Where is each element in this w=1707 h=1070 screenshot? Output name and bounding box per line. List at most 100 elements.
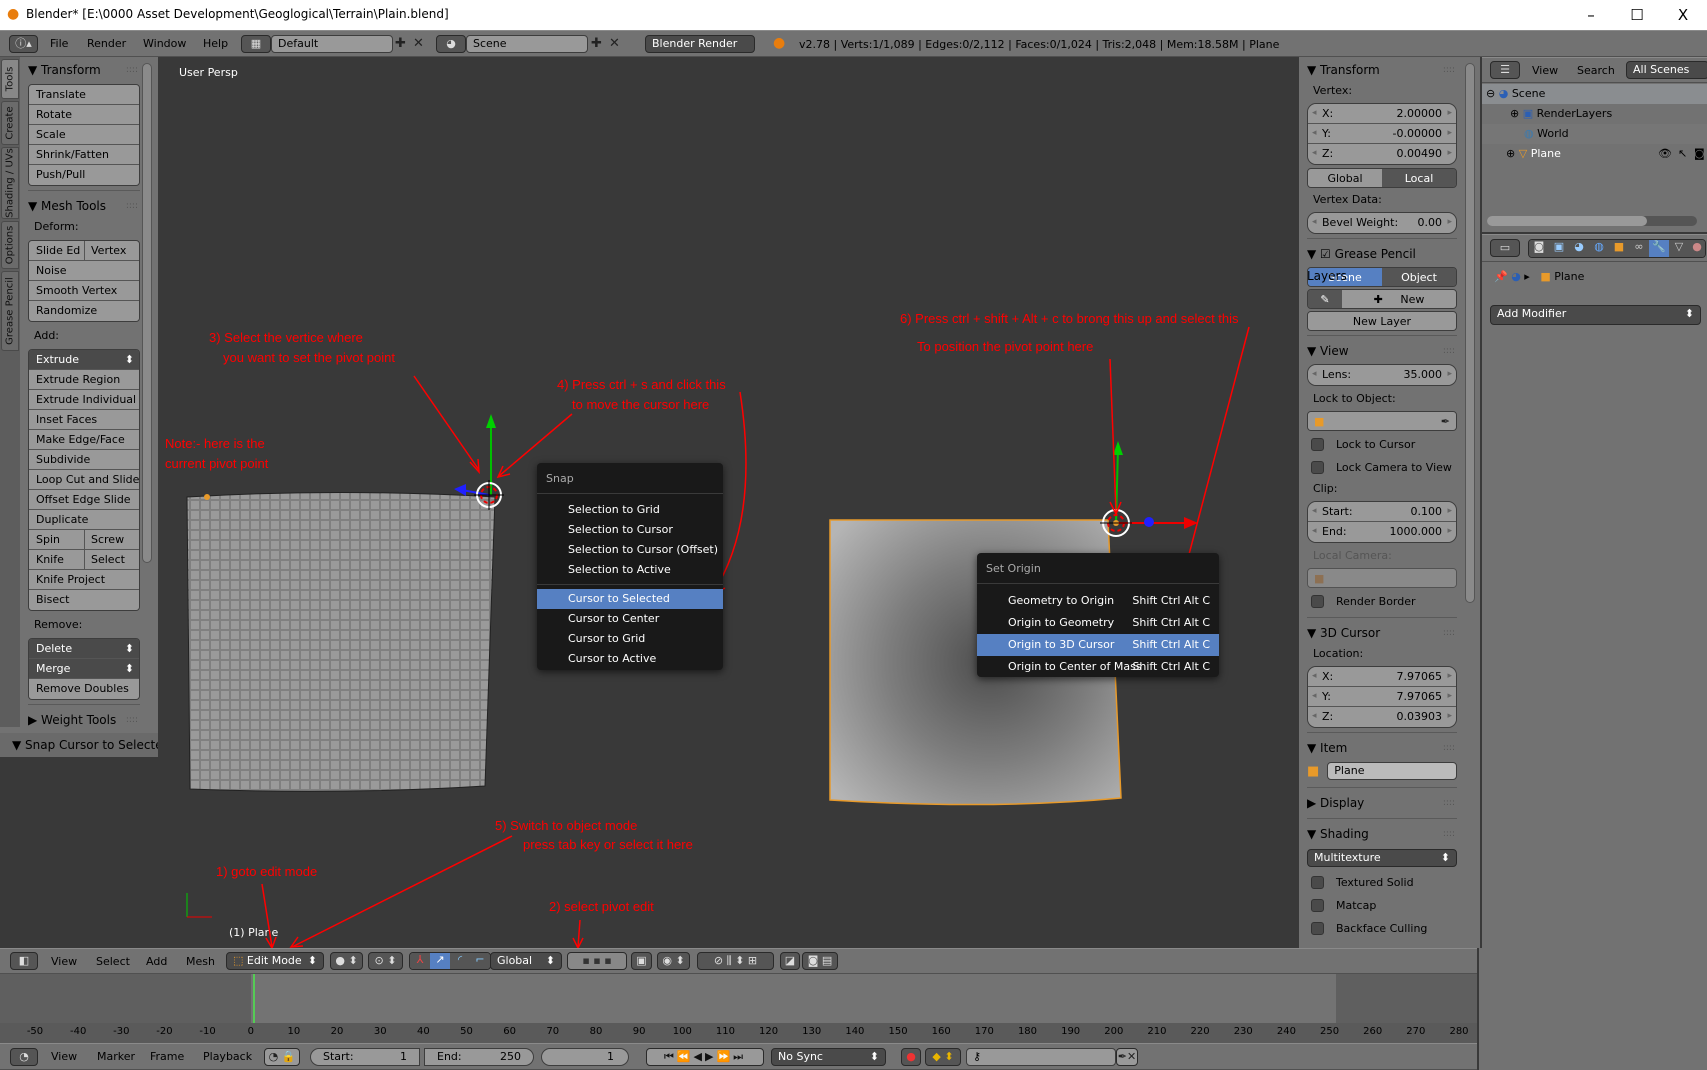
vertex-z-field[interactable]: Z:0.00490 xyxy=(1308,144,1456,164)
end-frame-field[interactable]: End: 250 xyxy=(424,1048,534,1066)
scale-manipulator-icon[interactable]: ⌐ xyxy=(470,953,490,969)
current-frame-line[interactable] xyxy=(253,974,255,1023)
outliner-menu-view[interactable]: View xyxy=(1532,64,1558,77)
preview-range-lock-icons[interactable]: ◔ 🔒 xyxy=(264,1048,300,1066)
outliner-filter-dropdown[interactable]: All Scenes xyxy=(1626,61,1707,79)
cursor-z-field[interactable]: Z:0.03903 xyxy=(1308,707,1456,727)
occlude-geometry-icon[interactable]: ▣ xyxy=(631,952,652,970)
menu-select[interactable]: Select xyxy=(96,955,130,968)
panel-header-shading[interactable]: ▼ Shading:::: xyxy=(1307,823,1457,845)
cursor-y-field[interactable]: Y:7.97065 xyxy=(1308,687,1456,707)
new-layer-button[interactable]: New Layer xyxy=(1308,312,1456,330)
clip-start-field[interactable]: Start:0.100 xyxy=(1308,502,1456,522)
outliner-row-scene[interactable]: ⊖ ◕ Scene xyxy=(1482,84,1707,104)
snap-settings-icons[interactable]: ⊘ ⫼ ⬍ ⊞ xyxy=(697,952,774,970)
translate-manipulator-icon[interactable]: ↗ xyxy=(430,953,450,969)
timeline-ruler[interactable]: -50 -40 -30 -20 -10 0 10 20 30 40 50 60 70 80 90 100 110… xyxy=(0,1023,1477,1043)
vertex-y-field[interactable]: Y:-0.00000 xyxy=(1308,124,1456,144)
render-layers-tab-icon[interactable]: ▣ xyxy=(1549,240,1569,257)
cursor-x-field[interactable]: X:7.97065 xyxy=(1308,667,1456,687)
menu-view[interactable]: View xyxy=(51,955,77,968)
pivot-point-icon[interactable]: ⊙ ⬍ xyxy=(368,952,403,970)
panel-header-grease-pencil[interactable]: ▼ ☑ Grease Pencil Layers xyxy=(1307,243,1457,283)
properties-editor-icon[interactable]: ▭ xyxy=(1490,239,1520,257)
menu-item-selection-to-grid[interactable]: Selection to Grid xyxy=(537,500,723,520)
rotate-manipulator-icon[interactable]: ◜ xyxy=(450,953,470,969)
menu-item-cursor-to-grid[interactable]: Cursor to Grid xyxy=(537,629,723,649)
object-tab-cube-icon[interactable]: ■ xyxy=(1609,240,1629,257)
transform-orientation-dropdown[interactable]: Global ⬍ xyxy=(490,952,562,970)
vertex-x-field[interactable]: X:2.00000 xyxy=(1308,104,1456,124)
panel-header-display[interactable]: ▶ Display:::: xyxy=(1307,792,1457,814)
start-frame-field[interactable]: Start: 1 xyxy=(310,1048,420,1066)
local-camera-field[interactable]: ■ xyxy=(1308,569,1456,587)
bevel-weight-field[interactable]: Bevel Weight:0.00 xyxy=(1308,213,1456,233)
outliner-row-plane[interactable]: ⊕ ▽ Plane 👁 ↖ ◙ xyxy=(1482,144,1707,164)
menu-item-geometry-to-origin[interactable]: Geometry to Origin Shift Ctrl Alt C xyxy=(977,590,1219,612)
insert-keyframe-icon[interactable]: ✒✕ xyxy=(1116,1048,1138,1066)
shading-mode-dropdown[interactable]: Multitexture ⬍ xyxy=(1307,849,1457,867)
world-tab-icon[interactable]: ◍ xyxy=(1589,240,1609,257)
constraints-tab-link-icon[interactable]: ∞ xyxy=(1629,240,1649,257)
add-modifier-dropdown[interactable]: Add Modifier ⬍ xyxy=(1490,305,1701,325)
panel-header-3d-cursor[interactable]: ▼ 3D Cursor:::: xyxy=(1307,622,1457,644)
editor-type-3d-view-icon[interactable]: ◧ xyxy=(10,952,38,970)
lock-camera-checkbox[interactable]: Lock Camera to View xyxy=(1307,456,1457,479)
menu-item-selection-to-cursor[interactable]: Selection to Cursor xyxy=(537,520,723,540)
timeline-menu-playback[interactable]: Playback xyxy=(203,1050,252,1063)
keying-set-field[interactable]: ⚷ xyxy=(966,1048,1116,1066)
outliner-menu-search[interactable]: Search xyxy=(1577,64,1615,77)
local-toggle[interactable]: Local xyxy=(1382,169,1456,187)
proportional-edit-icon[interactable]: ◉ ⬍ xyxy=(657,952,690,970)
keying-set-icon[interactable]: ◆ ⬍ xyxy=(925,1048,961,1066)
manipulator-toggle-icon[interactable]: ⅄ xyxy=(410,953,430,969)
new-grease-button[interactable]: ✚ New xyxy=(1342,290,1456,308)
visibility-eye-icon[interactable]: 👁 xyxy=(1658,144,1672,164)
grease-pencil-checkbox[interactable]: ☑ xyxy=(1320,247,1331,261)
viewport-shading-icon[interactable]: ● ⬍ xyxy=(330,952,363,970)
render-tab-camera-icon[interactable]: ◙ xyxy=(1529,240,1549,257)
sync-mode-dropdown[interactable]: No Sync ⬍ xyxy=(771,1048,886,1066)
backface-culling-checkbox[interactable]: Backface Culling xyxy=(1307,917,1457,940)
menu-item-origin-to-3d-cursor[interactable]: Origin to 3D Cursor Shift Ctrl Alt C xyxy=(977,634,1219,656)
wrench-icon[interactable]: 🔧 xyxy=(1649,240,1669,257)
material-tab-icon[interactable]: ● xyxy=(1689,240,1705,257)
render-animation-icon[interactable]: ◙ ▤ xyxy=(802,952,838,970)
menu-mesh[interactable]: Mesh xyxy=(186,955,215,968)
menu-item-cursor-to-selected[interactable]: Cursor to Selected xyxy=(537,589,723,609)
item-name-field[interactable]: Plane xyxy=(1327,762,1457,780)
pencil-icon[interactable]: ✎ xyxy=(1308,290,1342,308)
selectable-cursor-icon[interactable]: ↖ xyxy=(1678,144,1687,164)
editor-type-timeline-icon[interactable]: ◔ xyxy=(10,1048,38,1066)
panel-header-item[interactable]: ▼ Item:::: xyxy=(1307,737,1457,759)
textured-solid-checkbox[interactable]: Textured Solid xyxy=(1307,871,1457,894)
clip-end-field[interactable]: End:1000.000 xyxy=(1308,522,1456,542)
auto-keying-record-icon[interactable]: ● xyxy=(901,1048,921,1066)
menu-item-cursor-to-active[interactable]: Cursor to Active xyxy=(537,649,723,669)
grease-object-toggle[interactable]: Object xyxy=(1382,268,1456,286)
timeline-area[interactable] xyxy=(0,974,1477,1023)
lens-field[interactable]: Lens:35.000 xyxy=(1308,365,1456,385)
lock-object-field[interactable]: ■ ✒ xyxy=(1308,412,1456,430)
panel-header-view[interactable]: ▼ View:::: xyxy=(1307,340,1457,362)
timeline-menu-frame[interactable]: Frame xyxy=(150,1050,184,1063)
opengl-render-icon[interactable]: ◪ xyxy=(780,952,800,970)
render-border-checkbox[interactable]: Render Border xyxy=(1307,590,1457,613)
outliner-row-world[interactable]: ◍ World xyxy=(1482,124,1707,144)
matcap-checkbox[interactable]: Matcap xyxy=(1307,894,1457,917)
mode-dropdown[interactable]: ⬚ Edit Mode ⬍ xyxy=(226,952,324,970)
renderable-camera-icon[interactable]: ◙ xyxy=(1694,144,1705,164)
scene-tab-icon[interactable]: ◕ xyxy=(1569,240,1589,257)
lock-to-cursor-checkbox[interactable]: Lock to Cursor xyxy=(1307,433,1457,456)
menu-item-origin-to-geometry[interactable]: Origin to Geometry Shift Ctrl Alt C xyxy=(977,612,1219,634)
outliner-scrollbar-track[interactable] xyxy=(1487,216,1697,226)
global-toggle[interactable]: Global xyxy=(1308,169,1382,187)
playback-controls[interactable]: ⏮⏪◀▶⏩⏭ xyxy=(646,1048,764,1066)
select-mode-icons[interactable]: ▪ ▪ ▪ xyxy=(567,952,627,970)
timeline-menu-marker[interactable]: Marker xyxy=(97,1050,135,1063)
timeline-menu-view[interactable]: View xyxy=(51,1050,77,1063)
menu-item-selection-to-cursor-offset[interactable]: Selection to Cursor (Offset) xyxy=(537,540,723,560)
npanel-scrollbar[interactable] xyxy=(1465,63,1475,603)
outliner-row-renderlayers[interactable]: ⊕ ▣ RenderLayers xyxy=(1482,104,1707,124)
current-frame-field[interactable]: 1 xyxy=(541,1048,629,1066)
